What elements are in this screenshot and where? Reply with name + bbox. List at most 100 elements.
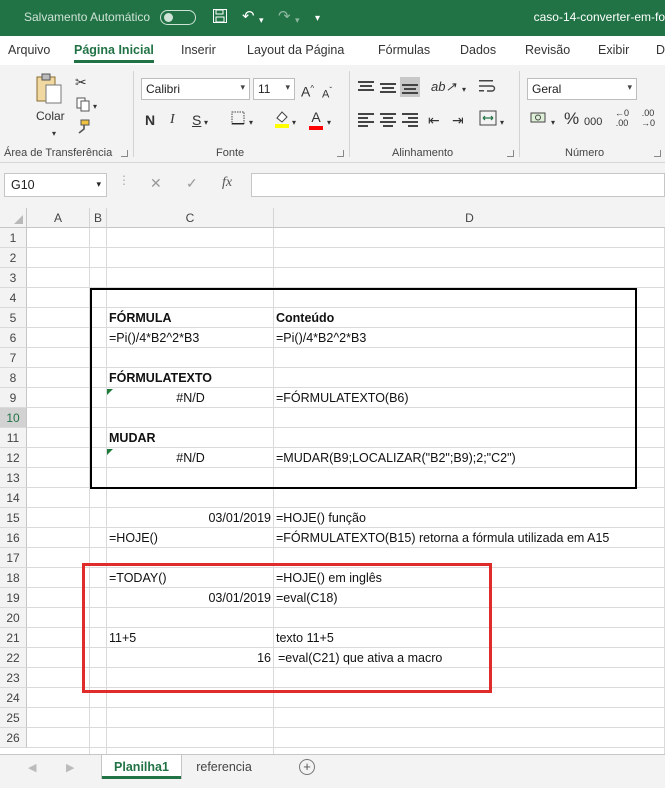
font-size-select[interactable]: 11 ▾ (253, 78, 295, 100)
increase-decimal-icon[interactable]: ←0.00 (615, 108, 629, 128)
row-header-11[interactable]: 11 (0, 428, 27, 448)
insert-function-icon[interactable]: fx (222, 175, 232, 191)
tab-inserir[interactable]: Inserir (181, 43, 216, 57)
undo-icon[interactable]: ↶ (242, 8, 255, 26)
row-header-19[interactable]: 19 (0, 588, 27, 608)
tab-pagina-inicial[interactable]: Página Inicial (74, 43, 154, 63)
fill-color-icon[interactable] (274, 109, 290, 133)
copy-dropdown-icon[interactable]: ▾ (93, 98, 97, 116)
copy-icon[interactable] (75, 96, 91, 116)
increase-indent-icon[interactable]: ⇥ (452, 111, 464, 129)
merge-center-icon[interactable] (479, 110, 497, 130)
cancel-icon[interactable]: ✕ (150, 175, 162, 192)
borders-icon[interactable] (231, 111, 245, 129)
font-name-select[interactable]: Calibri ▾ (141, 78, 250, 100)
font-color-icon[interactable]: A (309, 108, 323, 130)
customize-toolbar-icon[interactable]: ▾ (315, 10, 320, 28)
currency-dropdown-icon[interactable]: ▾ (551, 114, 555, 132)
tab-exibir[interactable]: Exibir (598, 43, 629, 57)
formula-bar-grip-icon[interactable]: ⋮ (118, 173, 130, 187)
row-header-4[interactable]: 4 (0, 288, 27, 308)
row-header-23[interactable]: 23 (0, 668, 27, 688)
orientation-dropdown-icon[interactable]: ▾ (462, 81, 466, 99)
column-header-c[interactable]: C (107, 208, 274, 228)
row-header-12[interactable]: 12 (0, 448, 27, 468)
italic-button[interactable]: I (170, 111, 175, 129)
row-header-25[interactable]: 25 (0, 708, 27, 728)
row-header-26[interactable]: 26 (0, 728, 27, 748)
align-left-icon[interactable] (358, 112, 374, 127)
row-header-15[interactable]: 15 (0, 508, 27, 528)
row-header-22[interactable]: 22 (0, 648, 27, 668)
wrap-text-icon[interactable] (478, 78, 496, 98)
row-header-8[interactable]: 8 (0, 368, 27, 388)
tab-arquivo[interactable]: Arquivo (8, 43, 50, 57)
redo-dropdown-icon[interactable]: ▾ (295, 11, 300, 29)
sheet-tab-planilha1[interactable]: Planilha1 (102, 755, 181, 779)
number-launcher-icon[interactable] (654, 150, 661, 157)
thousands-separator-button[interactable]: 000 (584, 113, 602, 131)
column-header-a[interactable]: A (27, 208, 90, 228)
shrink-font-icon[interactable]: Aˇ (322, 82, 332, 104)
tab-layout-da-pagina[interactable]: Layout da Página (247, 43, 344, 57)
font-launcher-icon[interactable] (337, 150, 344, 157)
formula-input[interactable] (251, 173, 665, 197)
cell-c16[interactable]: =HOJE() (109, 528, 271, 548)
align-middle-icon[interactable] (380, 80, 396, 94)
format-painter-icon[interactable] (75, 119, 91, 139)
underline-button[interactable]: S (192, 111, 201, 129)
add-sheet-button[interactable]: + (299, 759, 315, 775)
row-header-21[interactable]: 21 (0, 628, 27, 648)
row-header-24[interactable]: 24 (0, 688, 27, 708)
row-header-17[interactable]: 17 (0, 548, 27, 568)
save-icon[interactable] (212, 8, 228, 29)
row-header-14[interactable]: 14 (0, 488, 27, 508)
merge-dropdown-icon[interactable]: ▾ (500, 114, 504, 132)
decrease-decimal-icon[interactable]: .00 →0 (641, 108, 655, 128)
clipboard-launcher-icon[interactable] (121, 150, 128, 157)
row-header-10[interactable]: 10 (0, 408, 27, 428)
undo-dropdown-icon[interactable]: ▾ (259, 11, 264, 29)
decrease-indent-icon[interactable]: ⇤ (428, 111, 440, 129)
column-header-d[interactable]: D (274, 208, 665, 228)
row-header-5[interactable]: 5 (0, 308, 27, 328)
cell-c15[interactable]: 03/01/2019 (107, 508, 271, 528)
font-color-dropdown-icon[interactable]: ▾ (327, 114, 331, 132)
enter-icon[interactable]: ✓ (186, 175, 198, 192)
align-right-icon[interactable] (402, 112, 418, 127)
sheet-tab-referencia[interactable]: referencia (188, 755, 260, 779)
align-center-icon[interactable] (380, 112, 396, 127)
scroll-sheets-left-icon[interactable]: ◀ (28, 761, 36, 774)
currency-format-icon[interactable] (530, 110, 548, 130)
select-all-button[interactable] (0, 208, 27, 228)
borders-dropdown-icon[interactable]: ▾ (249, 114, 253, 132)
paste-icon[interactable] (34, 73, 64, 109)
tab-dados[interactable]: Dados (460, 43, 496, 57)
row-header-16[interactable]: 16 (0, 528, 27, 548)
scroll-sheets-right-icon[interactable]: ▶ (66, 761, 74, 774)
row-header-7[interactable]: 7 (0, 348, 27, 368)
tab-desenvolvedor[interactable]: D (656, 43, 665, 57)
autosave-toggle[interactable] (160, 10, 196, 25)
alignment-launcher-icon[interactable] (507, 150, 514, 157)
cell-d15[interactable]: =HOJE() função (276, 508, 656, 528)
row-header-6[interactable]: 6 (0, 328, 27, 348)
cut-icon[interactable]: ✂ (75, 73, 87, 91)
row-header-1[interactable]: 1 (0, 228, 27, 248)
orientation-icon[interactable]: ab↗ (431, 78, 456, 96)
number-format-select[interactable]: Geral ▾ (527, 78, 637, 100)
paste-dropdown-icon[interactable]: ▾ (52, 125, 56, 143)
cell-d16[interactable]: =FÓRMULATEXTO(B15) retorna a fórmula uti… (276, 528, 661, 548)
underline-dropdown-icon[interactable]: ▾ (204, 114, 208, 132)
percent-button[interactable]: % (564, 110, 579, 128)
tab-formulas[interactable]: Fórmulas (378, 43, 430, 57)
tab-revisao[interactable]: Revisão (525, 43, 570, 57)
paste-label[interactable]: Colar (36, 107, 65, 125)
name-box[interactable]: G10 ▾ (4, 173, 107, 197)
fill-color-dropdown-icon[interactable]: ▾ (292, 114, 296, 132)
align-top-icon[interactable] (358, 80, 374, 94)
worksheet-grid[interactable]: A B C D 1 2 3 4 5 6 7 8 9 10 11 12 13 14 15 16 17 18 19 20 2… (0, 208, 665, 754)
row-header-20[interactable]: 20 (0, 608, 27, 628)
grow-font-icon[interactable]: A^ (301, 80, 314, 101)
column-header-b[interactable]: B (90, 208, 107, 228)
